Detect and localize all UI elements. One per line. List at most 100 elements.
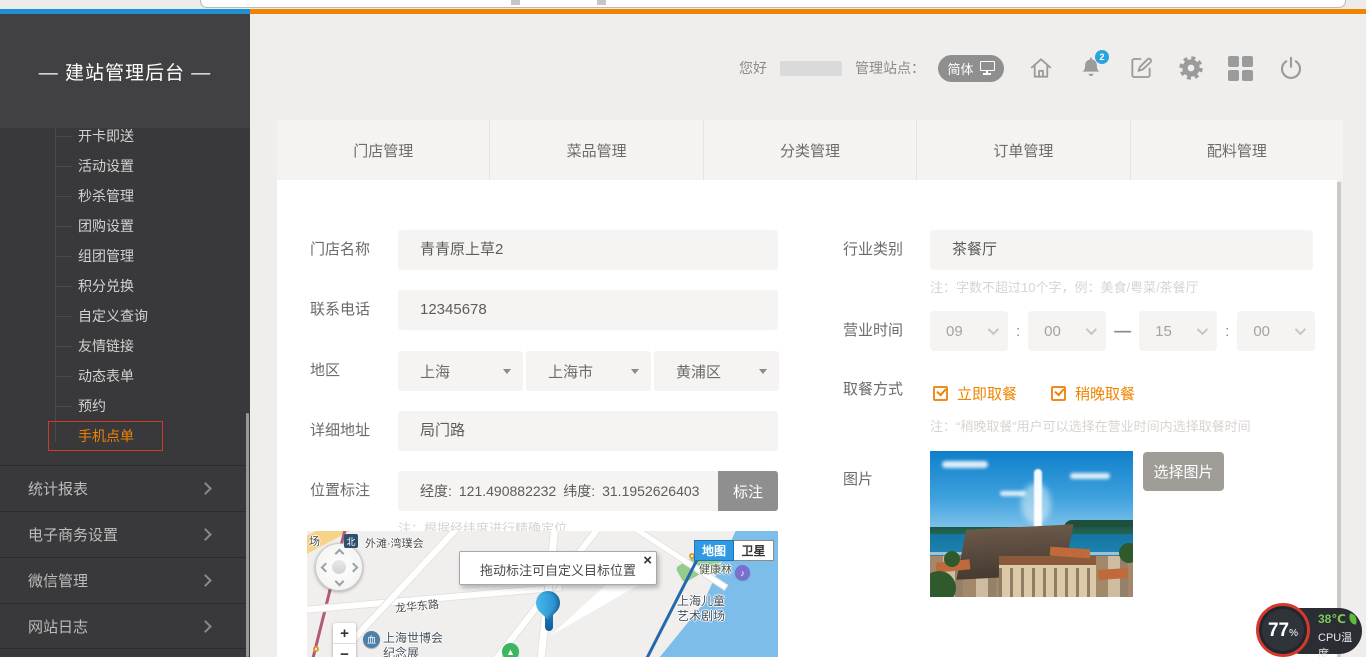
- map-label-theater-2: 艺术剧场: [677, 607, 725, 624]
- industry-note: 注：字数不超过10个字，例：美食/粤菜/茶餐厅: [930, 277, 1199, 296]
- sidebar-section-sitelog[interactable]: 网站日志: [0, 603, 250, 649]
- park-poi-icon[interactable]: ▲: [502, 643, 519, 657]
- main-panel: 门店名称 青青原上草2 联系电话 12345678 地区 上海 上海市 黄浦区 …: [277, 180, 1337, 657]
- power-icon[interactable]: [1278, 55, 1304, 81]
- map-type-toggle: 地图 卫星: [694, 540, 774, 561]
- pan-up-arrow[interactable]: [335, 549, 345, 559]
- browser-icon-fragment: [597, 0, 606, 5]
- museum-poi-icon[interactable]: 血: [363, 631, 380, 648]
- address-label: 详细地址: [310, 411, 370, 451]
- pan-center-knob[interactable]: [332, 560, 346, 574]
- city-select[interactable]: 上海市: [526, 351, 651, 391]
- map-zoom-control: + −: [333, 623, 356, 657]
- chevron-down-icon: [988, 324, 999, 335]
- coordinates-field[interactable]: 经度: 121.490882232 纬度: 31.1952626403: [398, 471, 718, 511]
- open-minute-select[interactable]: 00: [1028, 311, 1106, 351]
- choose-image-button[interactable]: 选择图片: [1143, 452, 1224, 491]
- checkbox-checked-icon[interactable]: [933, 386, 948, 401]
- sidebar: — 建站管理后台 — 开卡即送 活动设置 秒杀管理 团购设置 组团管理 积分兑换…: [0, 14, 250, 657]
- map-label-park: 健康林: [699, 561, 732, 577]
- caret-down-icon: [503, 369, 511, 374]
- map-label-bund: 外滩·湾璞会: [365, 535, 424, 551]
- tab-category-manage[interactable]: 分类管理: [703, 120, 916, 180]
- language-pill-button[interactable]: 简体: [938, 55, 1004, 82]
- tabbar: 门店管理 菜品管理 分类管理 订单管理 配料管理: [277, 120, 1343, 180]
- pickup-option-later[interactable]: 稍晚取餐: [1051, 383, 1135, 404]
- store-photo: [930, 451, 1133, 597]
- sidebar-item-card-gift[interactable]: 开卡即送: [0, 128, 250, 151]
- sidebar-item-friend-links[interactable]: 友情链接: [0, 331, 250, 361]
- image-label: 图片: [843, 460, 873, 500]
- checkbox-checked-icon[interactable]: [1051, 386, 1066, 401]
- pickup-note: 注：“稍晚取餐”用户可以选择在营业时间内选择取餐时间: [930, 416, 1251, 435]
- greeting-group: 您好 管理站点： 简体: [739, 55, 1004, 82]
- lng-value: 121.490882232: [459, 483, 556, 499]
- address-input[interactable]: 局门路: [398, 411, 778, 451]
- sidebar-item-flashsale[interactable]: 秒杀管理: [0, 181, 250, 211]
- browser-edge-strip: [0, 0, 1366, 9]
- business-hours-row: 09 : 00 — 15 : 00: [930, 311, 1315, 351]
- store-name-label: 门店名称: [310, 230, 370, 270]
- caret-down-icon: [759, 369, 767, 374]
- apps-grid-icon[interactable]: [1228, 55, 1254, 81]
- district-select[interactable]: 黄浦区: [654, 351, 779, 391]
- sidebar-item-reservation[interactable]: 预约: [0, 391, 250, 421]
- sidebar-section-wechat[interactable]: 微信管理: [0, 557, 250, 603]
- tab-dish-manage[interactable]: 菜品管理: [489, 120, 702, 180]
- map-label-road: 龙华东路: [394, 596, 439, 617]
- sidebar-sections: 统计报表 电子商务设置 微信管理 网站日志: [0, 465, 250, 649]
- chevron-down-icon: [1295, 324, 1306, 335]
- zoom-out-button[interactable]: −: [333, 644, 356, 657]
- chevron-right-icon: [199, 574, 212, 587]
- main-scrollbar-thumb[interactable]: [1337, 182, 1341, 657]
- gear-icon[interactable]: [1178, 55, 1204, 81]
- sidebar-item-points-exchange[interactable]: 积分兑换: [0, 271, 250, 301]
- time-colon: :: [1016, 323, 1020, 340]
- sidebar-section-statistics[interactable]: 统计报表: [0, 465, 250, 511]
- store-name-input[interactable]: 青青原上草2: [398, 230, 778, 270]
- map-widget[interactable]: 场 外滩·湾璞会 龙华东路 健康林 上海儿童 艺术剧场 上海世博会 纪念展 血 …: [307, 531, 778, 657]
- edit-icon[interactable]: [1128, 55, 1154, 81]
- tab-store-manage[interactable]: 门店管理: [277, 120, 489, 180]
- phone-label: 联系电话: [310, 290, 370, 330]
- close-hour-select[interactable]: 15: [1139, 311, 1217, 351]
- sidebar-item-dynamic-form[interactable]: 动态表单: [0, 361, 250, 391]
- tab-order-manage[interactable]: 订单管理: [916, 120, 1129, 180]
- sidebar-item-groupbuy[interactable]: 团购设置: [0, 211, 250, 241]
- sidebar-item-mobile-ordering[interactable]: 手机点单: [0, 421, 250, 451]
- map-type-satellite-button[interactable]: 卫星: [734, 540, 774, 561]
- region-label: 地区: [310, 351, 340, 391]
- lat-label: 纬度:: [563, 481, 595, 501]
- mark-location-button[interactable]: 标注: [718, 471, 778, 511]
- pan-left-arrow[interactable]: [321, 563, 331, 573]
- open-hour-select[interactable]: 09: [930, 311, 1008, 351]
- tooltip-pointer: [550, 584, 642, 636]
- tab-ingredient-manage[interactable]: 配料管理: [1130, 120, 1343, 180]
- home-icon[interactable]: [1028, 55, 1054, 81]
- map-type-map-button[interactable]: 地图: [694, 540, 734, 561]
- zoom-in-button[interactable]: +: [333, 623, 356, 644]
- sidebar-item-team-manage[interactable]: 组团管理: [0, 241, 250, 271]
- close-icon[interactable]: ×: [643, 552, 652, 569]
- pan-down-arrow[interactable]: [335, 577, 345, 587]
- pan-right-arrow[interactable]: [349, 563, 359, 573]
- compass-north-badge: 北: [344, 534, 358, 548]
- cpu-info: 38℃ CPU温度: [1318, 612, 1362, 657]
- bell-icon[interactable]: 2: [1078, 55, 1104, 81]
- province-select[interactable]: 上海: [398, 351, 523, 391]
- sidebar-scrollbar-thumb[interactable]: [246, 413, 249, 657]
- pickup-options-row: 立即取餐 稍晚取餐: [933, 383, 1135, 404]
- hours-label: 营业时间: [843, 311, 903, 351]
- cpu-temp-widget[interactable]: 77% 38℃ CPU温度: [1256, 603, 1362, 657]
- music-poi-icon[interactable]: ♪: [735, 565, 750, 580]
- industry-input[interactable]: 茶餐厅: [930, 230, 1313, 270]
- phone-input[interactable]: 12345678: [398, 290, 778, 330]
- notification-badge: 2: [1095, 50, 1109, 64]
- close-minute-select[interactable]: 00: [1237, 311, 1315, 351]
- sidebar-section-ecommerce[interactable]: 电子商务设置: [0, 511, 250, 557]
- pickup-option-immediate[interactable]: 立即取餐: [933, 383, 1017, 404]
- sidebar-item-activity-settings[interactable]: 活动设置: [0, 151, 250, 181]
- map-pan-control[interactable]: [315, 543, 363, 591]
- leaf-icon: [1348, 613, 1358, 624]
- sidebar-item-custom-query[interactable]: 自定义查询: [0, 301, 250, 331]
